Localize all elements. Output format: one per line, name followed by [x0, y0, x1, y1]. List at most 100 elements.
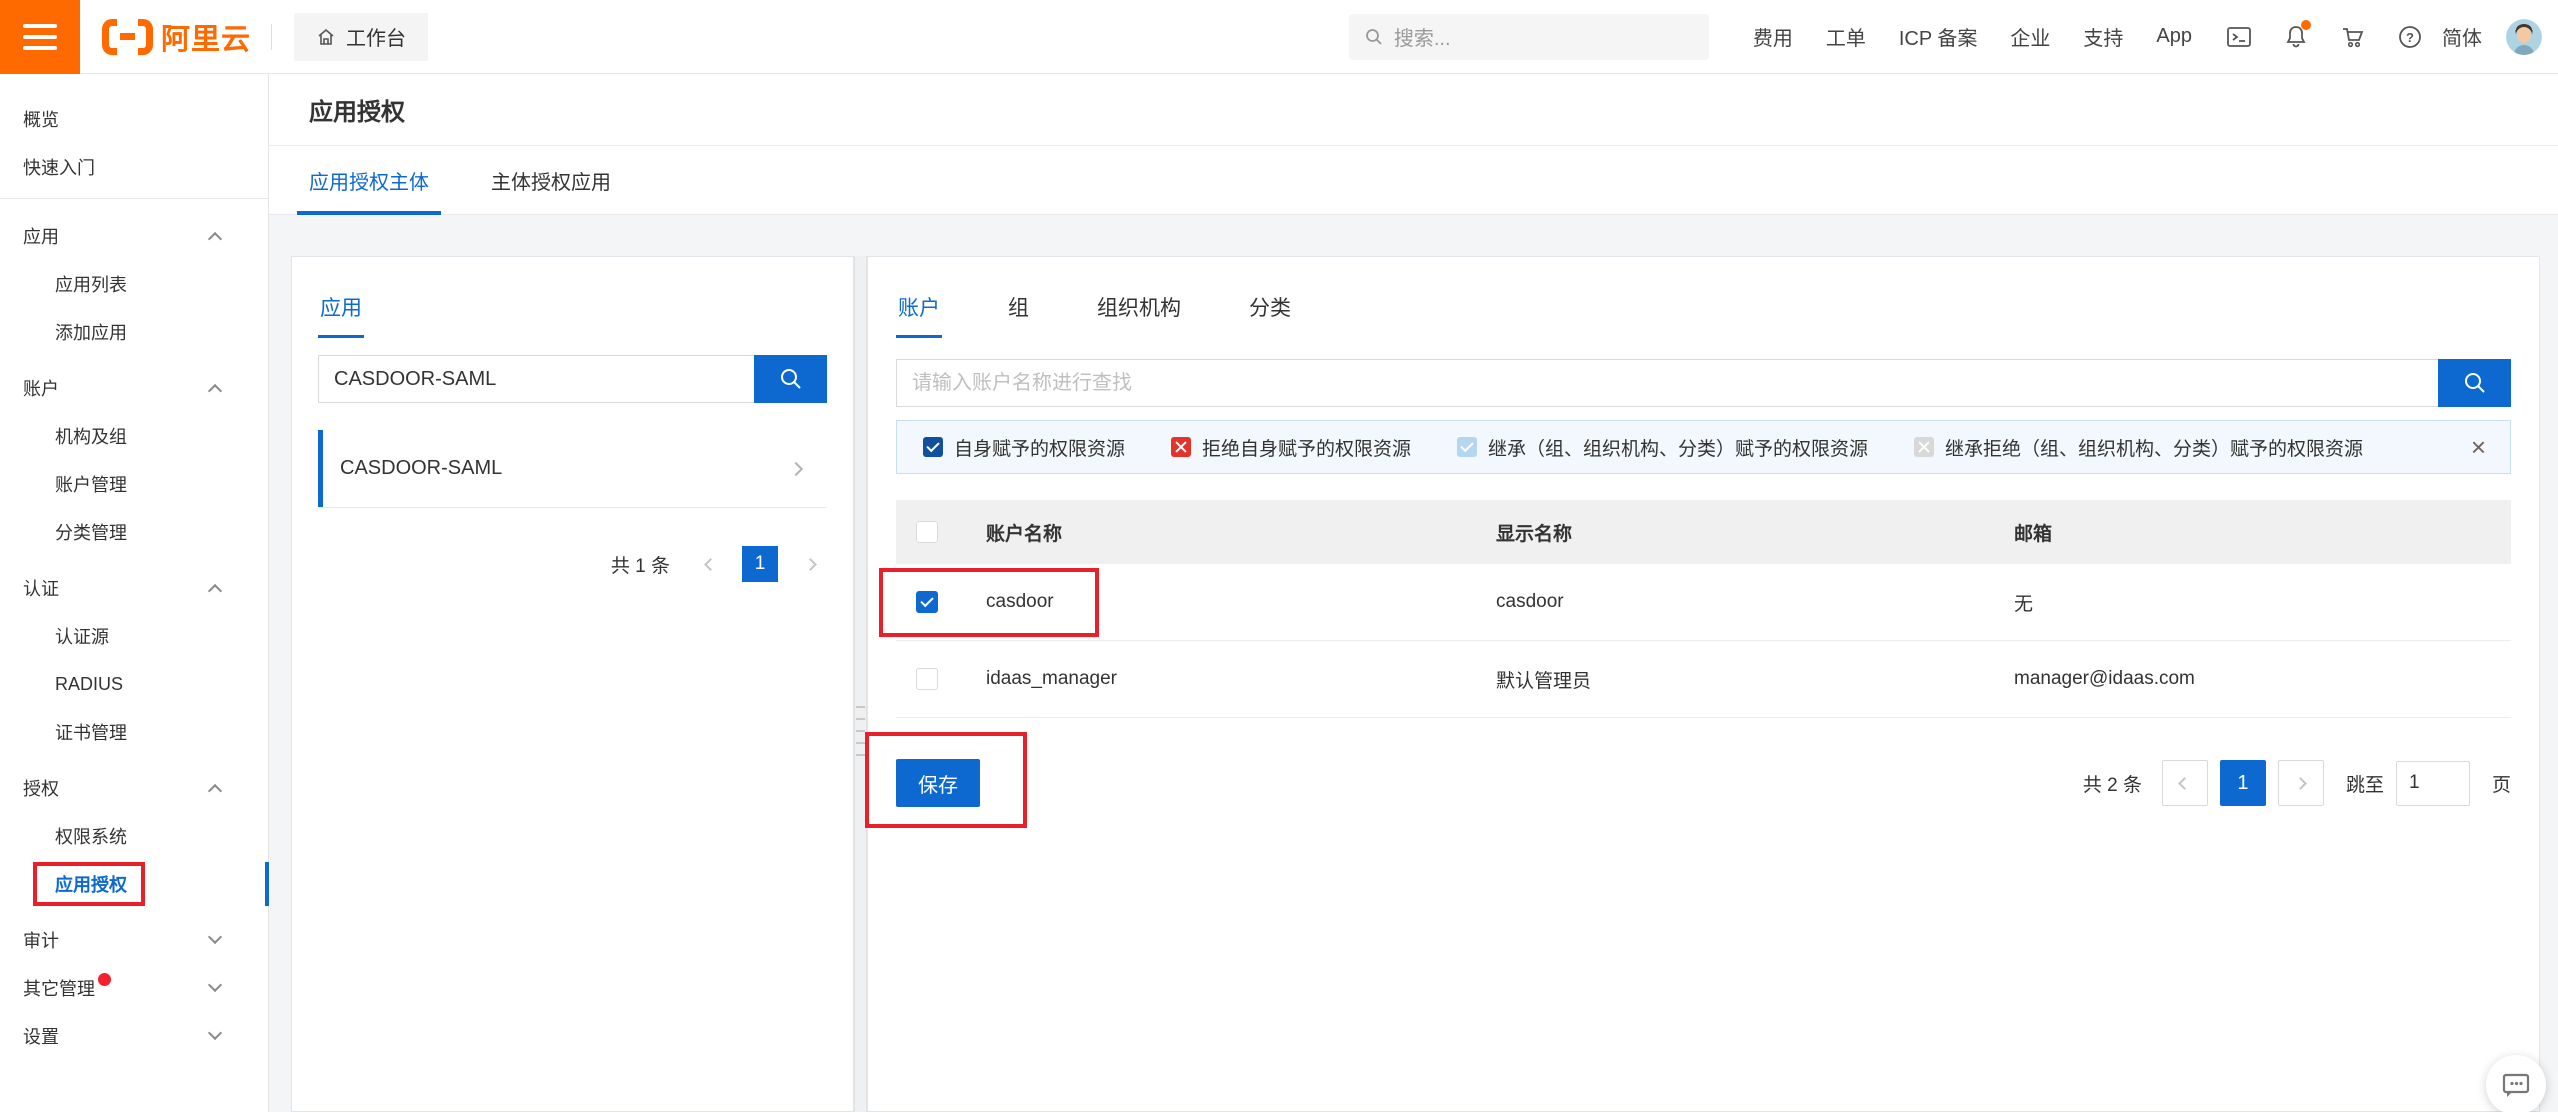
sidebar-group-authentication[interactable]: 认证 — [0, 564, 268, 612]
tab-application[interactable]: 应用 — [318, 292, 364, 338]
select-all-checkbox[interactable] — [916, 521, 938, 543]
header-icons: ? — [2225, 23, 2424, 51]
sidebar-group-audit[interactable]: 审计 — [0, 916, 268, 964]
notifications-bell-icon[interactable] — [2282, 23, 2310, 51]
tab-subject-auth-app[interactable]: 主体授权应用 — [491, 166, 611, 214]
feedback-chat-button[interactable] — [2486, 1055, 2546, 1112]
account-search-button[interactable] — [2438, 359, 2511, 407]
cloud-shell-icon[interactable] — [2225, 23, 2253, 51]
workbench-button[interactable]: 工作台 — [294, 13, 428, 61]
save-button[interactable]: 保存 — [896, 759, 980, 807]
chevron-up-icon — [208, 784, 222, 798]
row-checkbox-unchecked[interactable] — [916, 668, 938, 690]
sidebar-group-other-mgmt[interactable]: 其它管理 — [0, 964, 268, 1012]
hamburger-menu-icon[interactable] — [0, 0, 80, 74]
page-title: 应用授权 — [309, 92, 405, 127]
nav-icp[interactable]: ICP 备案 — [1899, 22, 1978, 51]
sidebar-divider — [0, 198, 268, 199]
sidebar-item-add-app[interactable]: 添加应用 — [0, 308, 268, 356]
sidebar-item-radius[interactable]: RADIUS — [0, 660, 268, 708]
user-avatar[interactable] — [2506, 19, 2542, 55]
nav-enterprise[interactable]: 企业 — [2010, 22, 2050, 51]
sidebar: 概览 快速入门 应用 应用列表 添加应用 账户 机构及组 账户管理 分类管理 认… — [0, 74, 269, 1112]
jump-to-label: 跳至 — [2346, 770, 2384, 797]
legend-deny-self-granted: 拒绝自身赋予的权限资源 — [1171, 434, 1411, 461]
app-search-input[interactable] — [318, 355, 754, 403]
legend-self-granted: 自身赋予的权限资源 — [923, 434, 1125, 461]
account-search-input[interactable] — [896, 359, 2438, 407]
legend-inherited: 继承（组、组织机构、分类）赋予的权限资源 — [1457, 434, 1868, 461]
search-icon — [778, 366, 804, 392]
tab-organizations[interactable]: 组织机构 — [1095, 292, 1183, 338]
sidebar-item-quickstart[interactable]: 快速入门 — [0, 143, 268, 191]
chevron-down-icon — [208, 1026, 222, 1040]
sidebar-item-cert-mgmt[interactable]: 证书管理 — [0, 708, 268, 756]
app-list-item[interactable]: CASDOOR-SAML — [318, 430, 827, 508]
tab-accounts[interactable]: 账户 — [896, 292, 942, 338]
sidebar-item-category-mgmt[interactable]: 分类管理 — [0, 508, 268, 556]
nav-app[interactable]: App — [2156, 25, 2192, 48]
cell-email: manager@idaas.com — [2014, 668, 2511, 690]
main-area: 应用授权 应用授权主体 主体授权应用 应用 — [269, 74, 2558, 1112]
sidebar-item-permission-system[interactable]: 权限系统 — [0, 812, 268, 860]
cell-display-name: 默认管理员 — [1496, 666, 2014, 693]
tab-groups[interactable]: 组 — [1006, 292, 1031, 338]
legend-inherited-deny: 继承拒绝（组、组织机构、分类）赋予的权限资源 — [1914, 434, 2363, 461]
locale-switcher[interactable]: 简体 — [2442, 22, 2482, 51]
sidebar-group-authorization[interactable]: 授权 — [0, 764, 268, 812]
current-page[interactable]: 1 — [2220, 760, 2266, 806]
next-page-button[interactable] — [2278, 760, 2324, 806]
sidebar-item-auth-source[interactable]: 认证源 — [0, 612, 268, 660]
sidebar-group-application[interactable]: 应用 — [0, 212, 268, 260]
panel-splitter[interactable] — [854, 256, 867, 1112]
nav-billing[interactable]: 费用 — [1753, 22, 1793, 51]
tab-categories[interactable]: 分类 — [1247, 292, 1293, 338]
cart-icon[interactable] — [2339, 23, 2367, 51]
chevron-up-icon — [208, 232, 222, 246]
header-divider — [271, 24, 272, 50]
application-panel: 应用 CASDOOR-SAML — [291, 256, 854, 1112]
header-search-placeholder: 搜索... — [1394, 22, 1451, 51]
sidebar-item-overview[interactable]: 概览 — [0, 95, 268, 143]
jump-page-input[interactable] — [2396, 761, 2470, 806]
sidebar-group-settings[interactable]: 设置 — [0, 1012, 268, 1060]
page-unit-label: 页 — [2492, 770, 2511, 797]
cell-account-name: casdoor — [986, 591, 1496, 613]
row-checkbox-checked[interactable] — [916, 591, 938, 613]
help-icon[interactable]: ? — [2396, 23, 2424, 51]
splitter-grip[interactable] — [856, 706, 865, 764]
inherited-deny-x-icon — [1914, 437, 1934, 457]
legend-bar: 自身赋予的权限资源 拒绝自身赋予的权限资源 继承（组、组织机构、分类）赋予的权限… — [896, 420, 2511, 474]
sidebar-group-account[interactable]: 账户 — [0, 364, 268, 412]
accounts-table: 账户名称 显示名称 邮箱 casdoor casdoor 无 — [896, 500, 2511, 718]
search-icon — [1364, 27, 1384, 47]
alibaba-cloud-logo-icon — [102, 19, 153, 55]
chevron-down-icon — [208, 978, 222, 992]
current-page[interactable]: 1 — [742, 546, 778, 582]
header-search-input[interactable]: 搜索... — [1349, 14, 1709, 60]
sidebar-item-app-list[interactable]: 应用列表 — [0, 260, 268, 308]
header-nav: 费用 工单 ICP 备案 企业 支持 App — [1753, 22, 2192, 51]
close-icon[interactable]: × — [2471, 434, 2486, 460]
sidebar-item-org-groups[interactable]: 机构及组 — [0, 412, 268, 460]
alibaba-cloud-logo[interactable]: 阿里云 — [102, 16, 251, 58]
table-footer: 保存 共 2 条 1 跳至 页 — [896, 759, 2511, 807]
sidebar-item-app-authorization[interactable]: 应用授权 — [0, 860, 268, 908]
chat-bubble-icon — [2501, 1070, 2531, 1100]
checked-checkbox-icon — [923, 437, 943, 457]
sidebar-item-account-mgmt[interactable]: 账户管理 — [0, 460, 268, 508]
next-page-button[interactable] — [793, 547, 827, 581]
table-row-idaas-manager[interactable]: idaas_manager 默认管理员 manager@idaas.com — [896, 641, 2511, 718]
total-count: 共 1 条 — [611, 551, 670, 578]
nav-support[interactable]: 支持 — [2083, 22, 2123, 51]
app-list-pagination: 共 1 条 1 — [318, 546, 827, 582]
prev-page-button[interactable] — [2162, 760, 2208, 806]
search-icon — [2462, 370, 2488, 396]
account-search-row — [896, 359, 2511, 407]
nav-tickets[interactable]: 工单 — [1826, 22, 1866, 51]
app-search-button[interactable] — [754, 355, 827, 403]
chevron-up-icon — [208, 384, 222, 398]
tab-app-auth-subject[interactable]: 应用授权主体 — [309, 166, 429, 214]
table-row-casdoor[interactable]: casdoor casdoor 无 — [896, 564, 2511, 641]
prev-page-button[interactable] — [693, 547, 727, 581]
